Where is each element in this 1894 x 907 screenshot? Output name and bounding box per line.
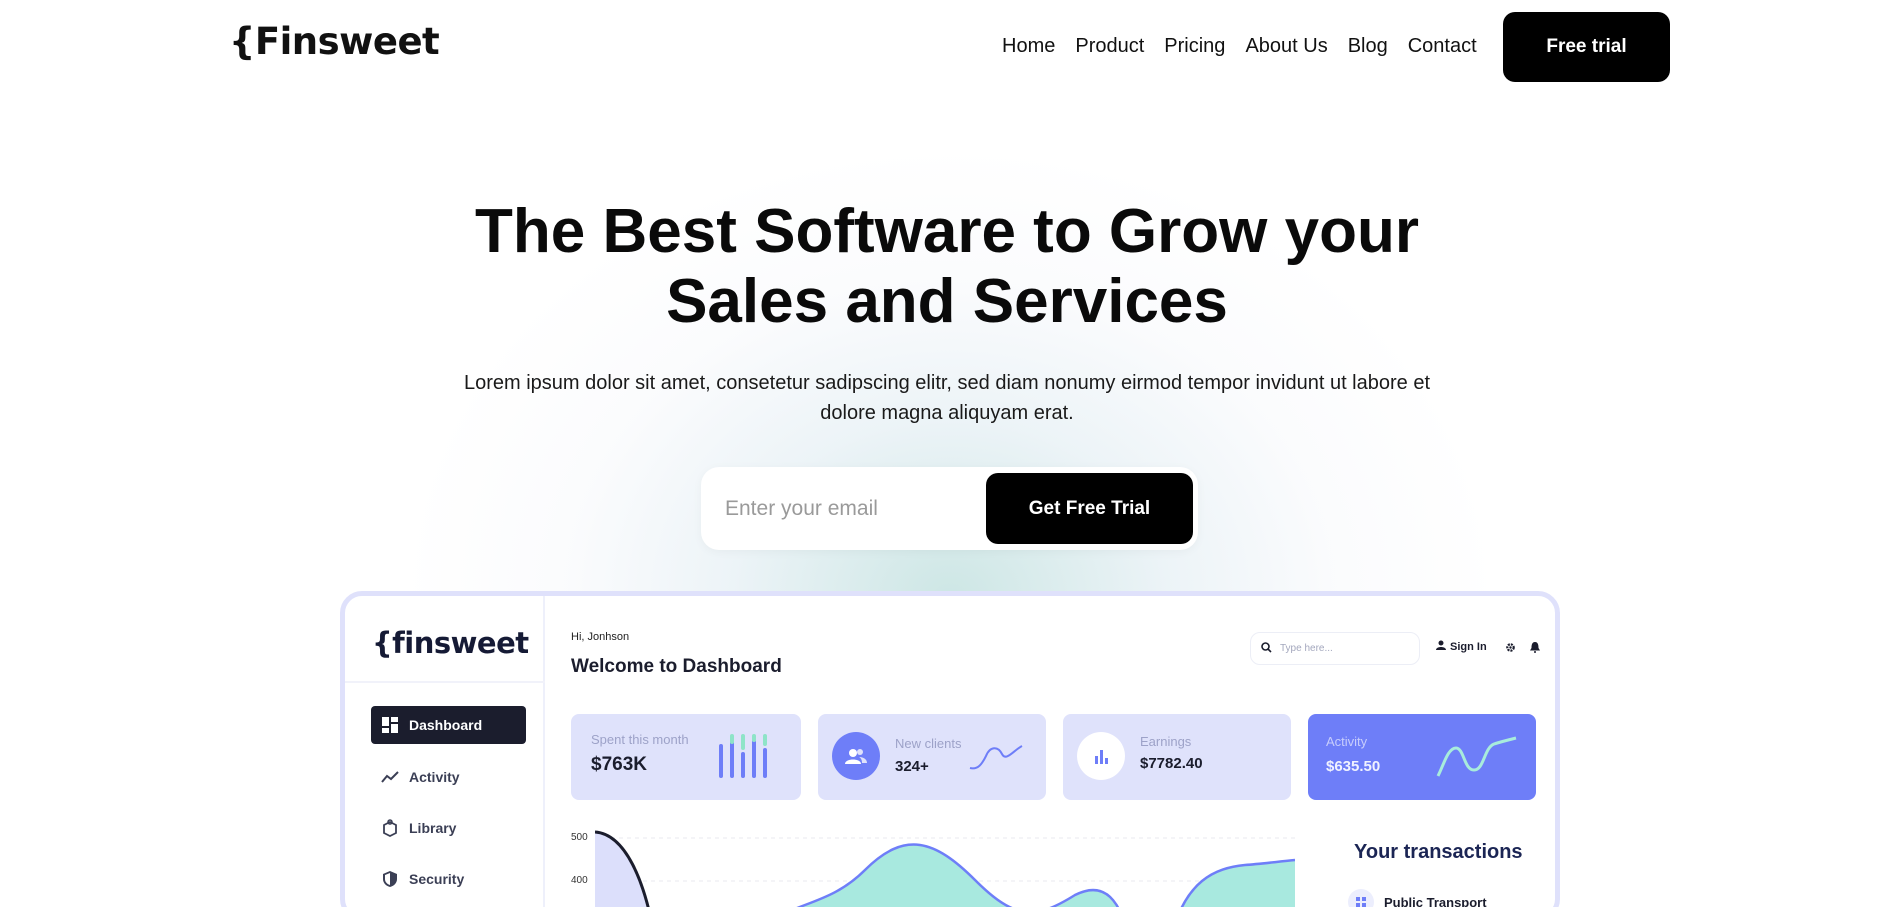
hero-subtitle: Lorem ipsum dolor sit amet, consetetur s… xyxy=(447,368,1447,428)
site-logo[interactable]: {Finsweet xyxy=(229,20,440,63)
card-value: 324+ xyxy=(895,758,929,775)
stat-card-spent: Spent this month $763K xyxy=(571,714,801,800)
sidebar-item-label: Activity xyxy=(409,769,460,785)
box-icon xyxy=(371,819,409,837)
bars-icon xyxy=(719,734,767,778)
sidebar-divider xyxy=(345,681,545,683)
nav-link-home[interactable]: Home xyxy=(1002,35,1055,58)
sidebar-item-library[interactable]: Library xyxy=(371,809,526,847)
nav-links: Home Product Pricing About Us Blog Conta… xyxy=(1002,35,1497,58)
search-placeholder: Type here... xyxy=(1280,643,1333,654)
area-chart xyxy=(595,830,1295,907)
shield-icon xyxy=(371,870,409,888)
card-value: $7782.40 xyxy=(1140,755,1203,772)
sparkline-icon xyxy=(969,745,1023,770)
sign-in-link[interactable]: Sign In xyxy=(1436,640,1487,653)
dashboard-greeting: Hi, Jonhson xyxy=(571,631,630,643)
stat-card-new-clients: New clients 324+ xyxy=(818,714,1046,800)
trend-icon xyxy=(371,770,409,784)
grid-icon xyxy=(371,717,409,733)
nav-link-pricing[interactable]: Pricing xyxy=(1164,35,1225,58)
transactions-title: Your transactions xyxy=(1354,841,1523,863)
card-label: Activity xyxy=(1326,734,1368,749)
nav-link-blog[interactable]: Blog xyxy=(1348,35,1388,58)
bell-icon[interactable] xyxy=(1530,640,1540,658)
nav-link-product[interactable]: Product xyxy=(1075,35,1144,58)
sign-in-label: Sign In xyxy=(1450,640,1487,653)
dashboard-title: Welcome to Dashboard xyxy=(571,656,782,677)
sidebar-item-label: Security xyxy=(409,871,465,887)
top-navigation: {Finsweet Home Product Pricing About Us … xyxy=(0,0,1894,94)
transaction-label: Public Transport xyxy=(1384,894,1487,907)
sidebar-item-security[interactable]: Security xyxy=(371,860,526,898)
get-free-trial-button[interactable]: Get Free Trial xyxy=(986,473,1193,544)
card-label: New clients xyxy=(895,736,962,751)
free-trial-button[interactable]: Free trial xyxy=(1503,12,1670,82)
sidebar-item-label: Library xyxy=(409,820,457,836)
card-value: $763K xyxy=(591,754,647,775)
users-icon xyxy=(832,732,880,780)
transaction-item[interactable]: Public Transport xyxy=(1348,889,1487,907)
hero-subtitle-line-2: dolore magna aliquyam erat. xyxy=(820,402,1074,424)
dashboard-search-input[interactable]: Type here... xyxy=(1250,632,1420,665)
sidebar-item-activity[interactable]: Activity xyxy=(371,758,526,796)
dashboard-sidebar: {finsweet Dashboard Activity Library Sec… xyxy=(345,596,545,907)
hero-title-line-1: The Best Software to Grow your xyxy=(475,197,1419,266)
chart-tick-label: 400 xyxy=(571,875,588,886)
hero-title: The Best Software to Grow your Sales and… xyxy=(0,197,1894,337)
dashboard-preview: {finsweet Dashboard Activity Library Sec… xyxy=(340,591,1560,907)
dashboard-logo: {finsweet xyxy=(372,626,529,660)
gear-icon[interactable] xyxy=(1505,640,1516,658)
nav-link-contact[interactable]: Contact xyxy=(1408,35,1477,58)
stat-card-earnings: Earnings $7782.40 xyxy=(1063,714,1291,800)
activity-wave-icon xyxy=(1436,736,1517,777)
search-icon xyxy=(1261,640,1272,658)
card-label: Earnings xyxy=(1140,734,1192,749)
chart-icon xyxy=(1077,732,1125,780)
card-value: $635.50 xyxy=(1326,758,1381,775)
transport-icon xyxy=(1348,889,1374,907)
email-signup-form: Get Free Trial xyxy=(701,467,1198,550)
user-icon xyxy=(1436,640,1446,653)
stat-card-activity: Activity $635.50 xyxy=(1308,714,1536,800)
nav-link-about-us[interactable]: About Us xyxy=(1245,35,1327,58)
sidebar-item-label: Dashboard xyxy=(409,717,483,733)
sidebar-item-dashboard[interactable]: Dashboard xyxy=(371,706,526,744)
card-label: Spent this month xyxy=(591,732,689,747)
email-input[interactable] xyxy=(725,490,965,528)
hero-subtitle-line-1: Lorem ipsum dolor sit amet, consetetur s… xyxy=(463,372,1431,394)
chart-tick-label: 500 xyxy=(571,832,588,843)
hero-title-line-2: Sales and Services xyxy=(666,267,1228,336)
